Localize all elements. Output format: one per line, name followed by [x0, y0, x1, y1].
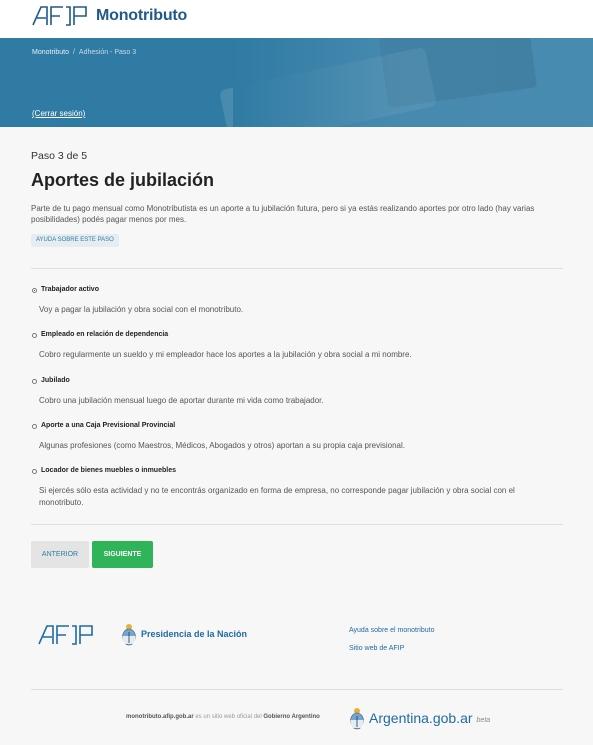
afip-logo[interactable]: Monotributo [32, 5, 187, 27]
option-label: Aporte a una Caja Previsional Provincial [41, 422, 176, 429]
hero-image-overlay [233, 38, 593, 127]
page-title: Aportes de jubilación [31, 170, 215, 190]
presidencia-logo[interactable]: Presidencia de la Nación [121, 622, 247, 646]
top-bar: Monotributo [0, 0, 593, 38]
option-description: Cobro una jubilación mensual luego de ap… [39, 396, 324, 405]
option-description: Cobro regularmente un sueldo y mi emplea… [39, 350, 412, 359]
next-button[interactable]: SIGUIENTE [92, 541, 153, 568]
breadcrumb: Monotributo / Adhesión - Paso 3 [32, 49, 136, 56]
divider-bottom [31, 524, 563, 525]
option-label: Jubilado [41, 377, 70, 384]
radio-button[interactable] [32, 469, 37, 474]
national-shield-icon [122, 624, 136, 646]
previous-button[interactable]: ANTERIOR [31, 541, 89, 568]
gov-name: Gobierno Argentino [263, 714, 320, 720]
beta-label: beta [476, 717, 491, 724]
radio-button[interactable] [32, 288, 37, 293]
option-description: Voy a pagar la jubilación y obra social … [39, 305, 244, 314]
national-shield-icon [350, 708, 364, 730]
help-button[interactable]: AYUDA SOBRE ESTE PASO [31, 234, 119, 247]
afip-logo-icon [32, 6, 87, 26]
footer-link-ayuda[interactable]: Ayuda sobre el monotributo [349, 627, 434, 634]
option-label: Empleado en relación de dependencia [41, 331, 169, 338]
main-content [0, 127, 593, 605]
note-text: es un sitio web oficial del [193, 714, 264, 720]
argentina-text: Argentina.gob.ar [369, 710, 473, 726]
site-domain: monotributo.afip.gob.ar [126, 714, 194, 720]
footer-divider [31, 689, 563, 690]
radio-button[interactable] [32, 333, 37, 338]
breadcrumb-current: Adhesión - Paso 3 [78, 49, 137, 56]
radio-button[interactable] [32, 424, 37, 429]
breadcrumb-separator: / [72, 49, 75, 56]
argentina-gob-logo[interactable]: Argentina.gob.ar beta [349, 706, 490, 730]
presidencia-text: Presidencia de la Nación [141, 629, 248, 639]
intro-text: Parte de tu pago mensual como Monotribut… [31, 204, 535, 224]
radio-button[interactable] [32, 379, 37, 384]
afip-logo-icon [38, 625, 93, 645]
footer-afip-logo[interactable] [32, 625, 102, 650]
brand-name: Monotributo [96, 7, 188, 24]
option-label: Trabajador activo [41, 286, 99, 293]
option-description: Algunas profesiones (como Maestros, Médi… [39, 441, 405, 450]
divider-top [31, 268, 563, 269]
footer-link-afip[interactable]: Sitio web de AFIP [349, 645, 404, 652]
official-site-note: monotributo.afip.gob.ar es un sitio web … [126, 714, 320, 720]
option-description: Si ejercés sólo esta actividad y no te e… [39, 486, 515, 507]
logout-link[interactable]: (Cerrar sesión) [32, 109, 85, 118]
option-label: Locador de bienes muebles o inmuebles [41, 467, 176, 474]
step-indicator: Paso 3 de 5 [31, 150, 88, 162]
breadcrumb-home[interactable]: Monotributo [32, 49, 69, 56]
